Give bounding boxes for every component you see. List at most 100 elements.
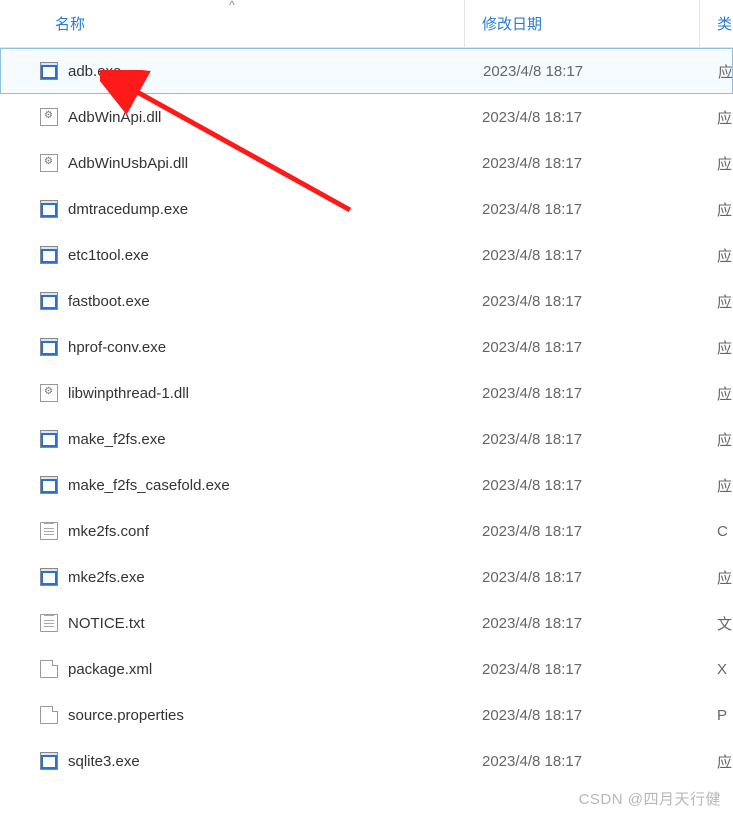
file-row[interactable]: make_f2fs_casefold.exe2023/4/8 18:17应 (0, 462, 733, 508)
column-header-name-label: 名称 (55, 13, 85, 34)
file-type-cell: 应 (700, 554, 733, 600)
sort-ascending-icon: ^ (229, 0, 235, 12)
txt-file-icon (40, 522, 58, 540)
file-name-cell: AdbWinUsbApi.dll (0, 140, 465, 186)
file-date-cell: 2023/4/8 18:17 (465, 140, 700, 186)
file-name-cell: source.properties (0, 692, 465, 738)
file-name-label: adb.exe (68, 63, 121, 80)
file-name-label: make_f2fs_casefold.exe (68, 477, 230, 494)
file-row[interactable]: mke2fs.conf 2023/4/8 18:17C (0, 508, 733, 554)
dll-file-icon (40, 154, 58, 172)
file-name-label: NOTICE.txt (68, 615, 145, 632)
file-file-icon (40, 660, 58, 678)
file-row[interactable]: AdbWinApi.dll 2023/4/8 18:17应 (0, 94, 733, 140)
file-type-cell: P (700, 692, 733, 738)
file-list: adb.exe2023/4/8 18:17应AdbWinApi.dll2023/… (0, 48, 733, 784)
file-name-cell: adb.exe (1, 49, 466, 93)
file-name-label: package.xml (68, 661, 152, 678)
file-name-label: hprof-conv.exe (68, 339, 166, 356)
file-type-cell: 应 (701, 49, 732, 93)
file-date-cell: 2023/4/8 18:17 (465, 738, 700, 784)
file-date-cell: 2023/4/8 18:17 (465, 600, 700, 646)
file-name-cell: dmtracedump.exe (0, 186, 465, 232)
dll-file-icon (40, 108, 58, 126)
file-row[interactable]: libwinpthread-1.dll 2023/4/8 18:17应 (0, 370, 733, 416)
file-row[interactable]: sqlite3.exe2023/4/8 18:17应 (0, 738, 733, 784)
file-name-label: AdbWinUsbApi.dll (68, 155, 188, 172)
file-date-cell: 2023/4/8 18:17 (466, 49, 701, 93)
file-type-cell: 应 (700, 324, 733, 370)
file-type-cell: 应 (700, 416, 733, 462)
file-type-cell: 应 (700, 186, 733, 232)
file-date-cell: 2023/4/8 18:17 (465, 232, 700, 278)
file-row[interactable]: package.xml 2023/4/8 18:17X (0, 646, 733, 692)
file-date-cell: 2023/4/8 18:17 (465, 324, 700, 370)
file-date-cell: 2023/4/8 18:17 (465, 278, 700, 324)
column-header-name[interactable]: 名称 ^ (0, 0, 465, 47)
exe-file-icon (40, 246, 58, 264)
file-name-cell: mke2fs.exe (0, 554, 465, 600)
file-name-label: source.properties (68, 707, 184, 724)
file-type-cell: 应 (700, 232, 733, 278)
file-date-cell: 2023/4/8 18:17 (465, 370, 700, 416)
file-name-cell: package.xml (0, 646, 465, 692)
file-row[interactable]: NOTICE.txt 2023/4/8 18:17文 (0, 600, 733, 646)
exe-file-icon (40, 568, 58, 586)
column-header-row: 名称 ^ 修改日期 类 (0, 0, 733, 48)
exe-file-icon (40, 338, 58, 356)
file-date-cell: 2023/4/8 18:17 (465, 554, 700, 600)
file-date-cell: 2023/4/8 18:17 (465, 186, 700, 232)
file-name-label: libwinpthread-1.dll (68, 385, 189, 402)
file-name-label: mke2fs.exe (68, 569, 145, 586)
exe-file-icon (40, 430, 58, 448)
file-name-label: AdbWinApi.dll (68, 109, 161, 126)
exe-file-icon (40, 476, 58, 494)
file-type-cell: 应 (700, 370, 733, 416)
file-row[interactable]: dmtracedump.exe 2023/4/8 18:17应 (0, 186, 733, 232)
file-name-cell: AdbWinApi.dll (0, 94, 465, 140)
file-date-cell: 2023/4/8 18:17 (465, 94, 700, 140)
file-name-label: sqlite3.exe (68, 753, 140, 770)
file-name-cell: fastboot.exe (0, 278, 465, 324)
file-name-label: mke2fs.conf (68, 523, 149, 540)
column-header-type-label: 类 (717, 13, 732, 34)
file-file-icon (40, 706, 58, 724)
file-type-cell: 应 (700, 278, 733, 324)
column-header-date[interactable]: 修改日期 (465, 0, 700, 47)
file-name-cell: NOTICE.txt (0, 600, 465, 646)
file-name-cell: mke2fs.conf (0, 508, 465, 554)
file-date-cell: 2023/4/8 18:17 (465, 462, 700, 508)
file-row[interactable]: AdbWinUsbApi.dll 2023/4/8 18:17应 (0, 140, 733, 186)
exe-file-icon (40, 752, 58, 770)
file-date-cell: 2023/4/8 18:17 (465, 416, 700, 462)
watermark-text: CSDN @四月天行健 (579, 788, 721, 809)
column-header-type[interactable]: 类 (700, 0, 733, 47)
file-row[interactable]: fastboot.exe 2023/4/8 18:17应 (0, 278, 733, 324)
file-type-cell: X (700, 646, 733, 692)
file-row[interactable]: source.properties 2023/4/8 18:17P (0, 692, 733, 738)
exe-file-icon (40, 200, 58, 218)
file-row[interactable]: hprof-conv.exe 2023/4/8 18:17应 (0, 324, 733, 370)
file-name-label: fastboot.exe (68, 293, 150, 310)
file-name-label: dmtracedump.exe (68, 201, 188, 218)
file-name-label: make_f2fs.exe (68, 431, 166, 448)
file-type-cell: C (700, 508, 733, 554)
file-name-cell: libwinpthread-1.dll (0, 370, 465, 416)
file-name-cell: sqlite3.exe (0, 738, 465, 784)
file-type-cell: 应 (700, 140, 733, 186)
file-row[interactable]: make_f2fs.exe 2023/4/8 18:17应 (0, 416, 733, 462)
file-name-cell: hprof-conv.exe (0, 324, 465, 370)
column-header-date-label: 修改日期 (482, 13, 542, 34)
file-name-cell: make_f2fs.exe (0, 416, 465, 462)
txt-file-icon (40, 614, 58, 632)
file-date-cell: 2023/4/8 18:17 (465, 692, 700, 738)
file-date-cell: 2023/4/8 18:17 (465, 646, 700, 692)
exe-file-icon (40, 292, 58, 310)
file-type-cell: 文 (700, 600, 733, 646)
file-row[interactable]: adb.exe 2023/4/8 18:17应 (0, 48, 733, 94)
file-date-cell: 2023/4/8 18:17 (465, 508, 700, 554)
file-type-cell: 应 (700, 94, 733, 140)
file-row[interactable]: mke2fs.exe 2023/4/8 18:17应 (0, 554, 733, 600)
file-name-cell: etc1tool.exe (0, 232, 465, 278)
file-row[interactable]: etc1tool.exe2023/4/8 18:17应 (0, 232, 733, 278)
